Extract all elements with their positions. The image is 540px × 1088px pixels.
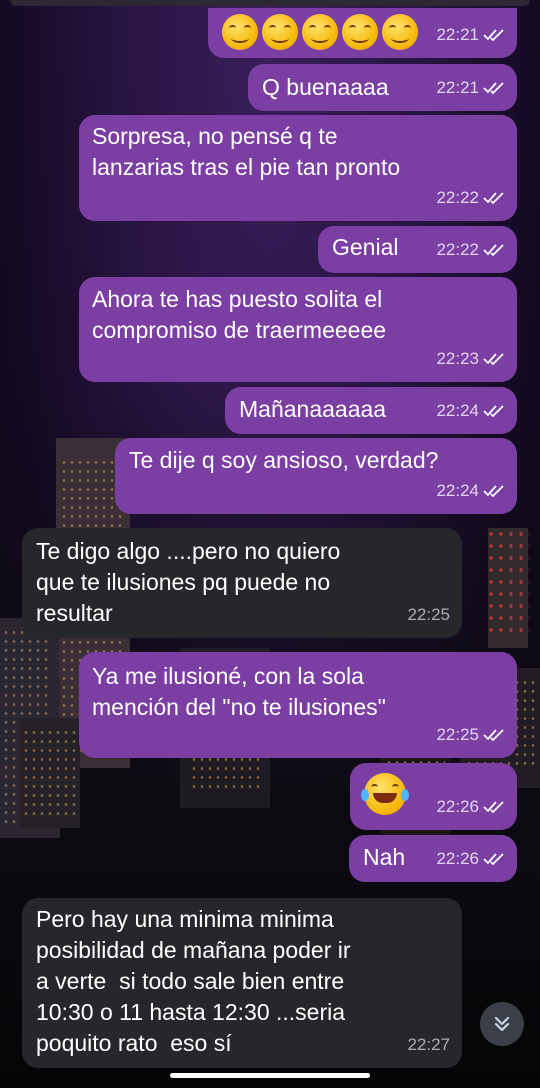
- message-time: 22:26: [436, 849, 479, 868]
- message-text: Te digo algo ....pero no quiero que te i…: [36, 538, 341, 626]
- message-text: Ahora te has puesto solita el compromiso…: [92, 286, 387, 343]
- message-meta: 22:22: [436, 182, 505, 213]
- double-check-icon: [483, 800, 504, 813]
- message-text: Q buenaaaa: [262, 74, 389, 100]
- message-outgoing[interactable]: Genial 22:22: [318, 226, 517, 273]
- double-check-icon: [483, 81, 504, 94]
- message-time: 22:25: [436, 725, 479, 744]
- message-meta: 22:27: [407, 1029, 450, 1060]
- message-meta: 22:24: [436, 395, 505, 426]
- message-emoji-row: [222, 14, 420, 50]
- message-outgoing[interactable]: Nah 22:26: [349, 835, 517, 882]
- yum-face-icon: [302, 14, 338, 50]
- message-time: 22:22: [436, 240, 479, 259]
- message-outgoing[interactable]: Mañanaaaaaa 22:24: [225, 387, 517, 434]
- message-time: 22:24: [436, 401, 479, 420]
- double-check-icon: [483, 484, 504, 497]
- message-time: 22:24: [436, 481, 479, 500]
- message-meta: 22:25: [407, 599, 450, 630]
- message-meta: 22:22: [436, 234, 505, 265]
- message-time: 22:26: [436, 797, 479, 816]
- double-check-icon: [483, 28, 504, 41]
- message-outgoing[interactable]: Ya me ilusioné, con la sola mención del …: [79, 652, 517, 758]
- laughing-tears-icon: [361, 773, 409, 815]
- home-indicator[interactable]: [170, 1073, 370, 1078]
- message-text: Nah: [363, 844, 406, 870]
- message-incoming[interactable]: Pero hay una minima minima posibilidad d…: [22, 898, 462, 1068]
- message-time: 22:21: [436, 78, 479, 97]
- message-incoming[interactable]: Te digo algo ....pero no quiero que te i…: [22, 528, 462, 638]
- message-time: 22:22: [436, 188, 479, 207]
- yum-face-icon: [262, 14, 298, 50]
- drooling-face-icon: [342, 14, 378, 50]
- chevron-double-down-icon: [494, 1016, 510, 1032]
- message-meta: 22:26: [436, 843, 505, 874]
- message-outgoing[interactable]: Ahora te has puesto solita el compromiso…: [79, 277, 517, 382]
- drooling-face-icon: [382, 14, 418, 50]
- message-time: 22:21: [436, 25, 479, 44]
- message-meta: 22:26: [436, 791, 505, 822]
- message-outgoing[interactable]: Q buenaaaa 22:21: [248, 64, 517, 111]
- message-text: Pero hay una minima minima posibilidad d…: [36, 906, 351, 1056]
- message-outgoing[interactable]: 22:26: [350, 763, 517, 830]
- message-outgoing[interactable]: Sorpresa, no pensé q te lanzarias tras e…: [79, 115, 517, 221]
- message-meta: 22:24: [436, 475, 505, 506]
- double-check-icon: [483, 404, 504, 417]
- message-text: Genial: [332, 234, 399, 260]
- message-meta: 22:21: [436, 19, 505, 50]
- yum-face-icon: [222, 14, 258, 50]
- message-outgoing[interactable]: 22:21: [208, 8, 517, 58]
- message-outgoing[interactable]: Te dije q soy ansioso, verdad? 22:24: [115, 438, 517, 514]
- message-text: Sorpresa, no pensé q te lanzarias tras e…: [92, 123, 401, 180]
- double-check-icon: [483, 191, 504, 204]
- message-time: 22:25: [407, 605, 450, 624]
- top-edge-bar: [10, 0, 530, 6]
- message-time: 22:27: [407, 1035, 450, 1054]
- message-meta: 22:21: [436, 72, 505, 103]
- double-check-icon: [483, 243, 504, 256]
- message-text: Ya me ilusioné, con la sola mención del …: [92, 663, 386, 720]
- message-meta: 22:25: [436, 719, 505, 750]
- message-text: Mañanaaaaaa: [239, 396, 387, 422]
- double-check-icon: [483, 728, 504, 741]
- scroll-down-button[interactable]: [480, 1002, 524, 1046]
- double-check-icon: [483, 852, 504, 865]
- message-time: 22:23: [436, 349, 479, 368]
- message-meta: 22:23: [436, 343, 505, 374]
- double-check-icon: [483, 352, 504, 365]
- message-text: Te dije q soy ansioso, verdad?: [129, 447, 439, 473]
